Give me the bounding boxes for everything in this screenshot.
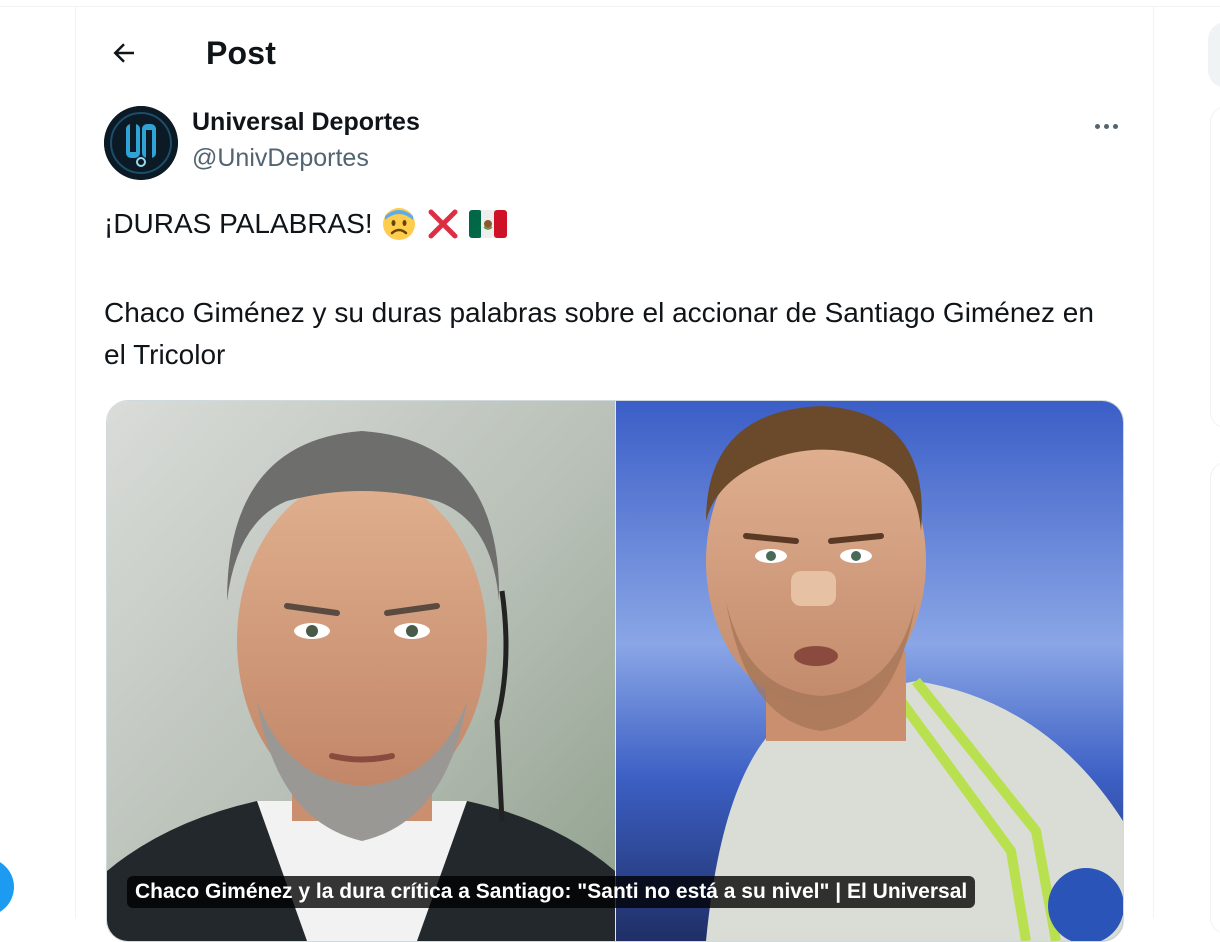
more-dot-icon xyxy=(1094,123,1100,129)
media-caption: Chaco Giménez y la dura crítica a Santia… xyxy=(127,876,976,908)
author-handle[interactable]: @UnivDeportes xyxy=(192,144,369,173)
right-column-card-2 xyxy=(1210,462,1220,934)
player-portrait-image xyxy=(616,401,1123,941)
post-headline: ¡DURAS PALABRAS! xyxy=(104,206,507,242)
universal-deportes-logo-icon xyxy=(104,106,178,180)
author-name[interactable]: Universal Deportes xyxy=(192,108,420,137)
right-column-card xyxy=(1210,106,1220,428)
post-author: Universal Deportes @UnivDeportes xyxy=(104,104,1124,184)
more-options-button[interactable] xyxy=(1084,106,1128,146)
headline-text: ¡DURAS PALABRAS! xyxy=(104,208,373,239)
coach-portrait-image xyxy=(107,401,615,941)
photo-santiago-gimenez[interactable] xyxy=(616,401,1123,941)
avatar[interactable] xyxy=(104,106,178,180)
page-title: Post xyxy=(206,35,277,71)
photo-chaco-gimenez[interactable] xyxy=(107,401,615,941)
top-rule xyxy=(0,0,1220,7)
column-divider-left xyxy=(75,7,76,918)
more-dot-icon xyxy=(1112,123,1118,129)
more-dot-icon xyxy=(1103,123,1109,129)
anxious-face-icon xyxy=(382,208,415,240)
column-divider-right xyxy=(1153,7,1154,918)
back-button[interactable] xyxy=(100,29,148,77)
cross-mark-icon xyxy=(428,209,458,239)
compose-button[interactable] xyxy=(0,858,14,916)
mexico-flag-icon xyxy=(468,210,507,238)
right-column-search-bubble[interactable] xyxy=(1208,22,1220,88)
post-header: Post xyxy=(76,7,1153,103)
arrow-left-icon xyxy=(113,43,134,63)
post-media[interactable]: Chaco Giménez y la dura crítica a Santia… xyxy=(106,400,1124,942)
post-body: Chaco Giménez y su duras palabras sobre … xyxy=(104,297,1094,370)
